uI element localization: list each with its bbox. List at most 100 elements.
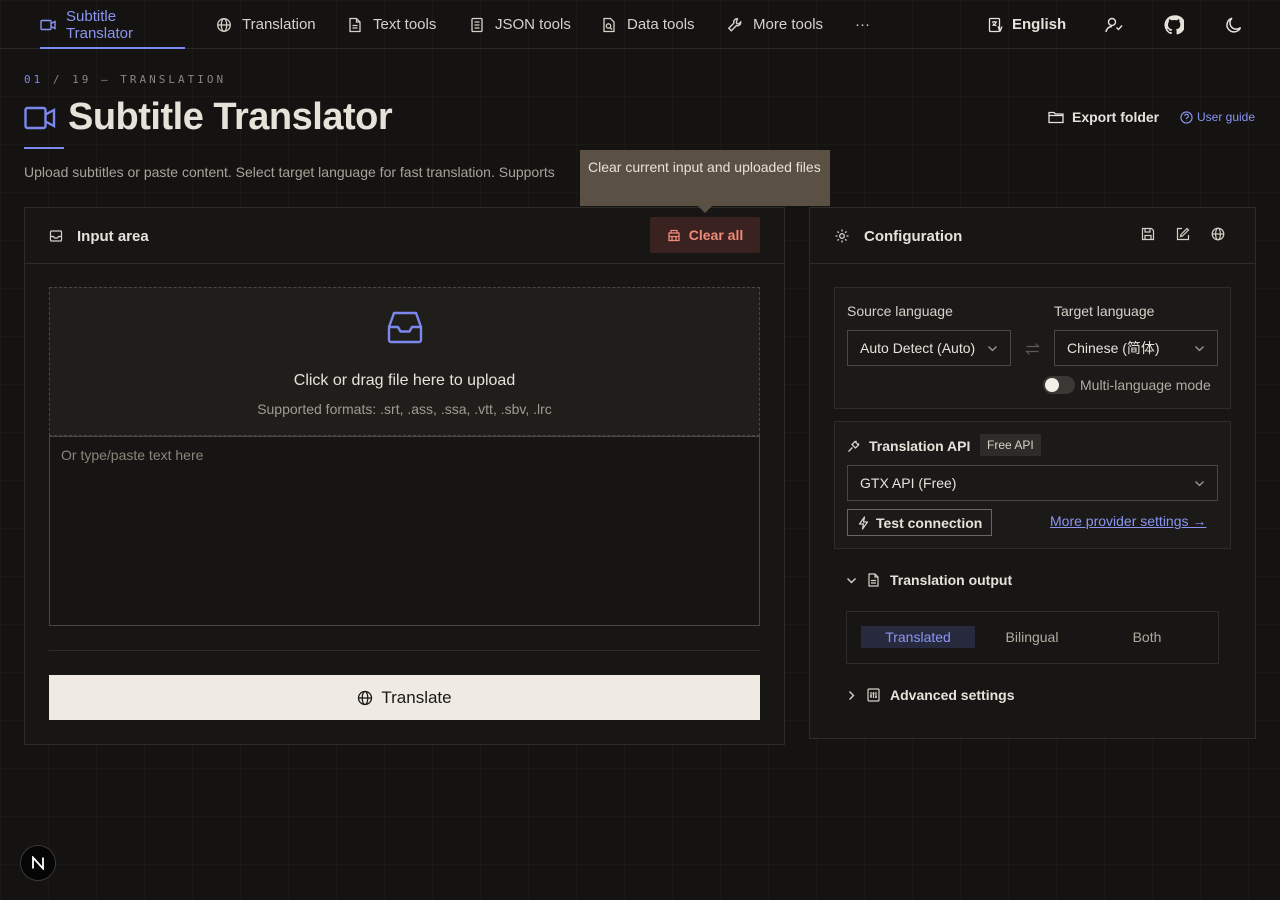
source-language-select[interactable]: Auto Detect (Auto) [847,330,1011,366]
translation-output-title: Translation output [890,572,1013,588]
inbox-icon [387,309,423,345]
plug-icon [847,440,860,453]
language-switcher[interactable]: English [988,0,1066,49]
chevron-down-icon [1194,343,1205,354]
translation-api-title-text: Translation API [869,438,971,454]
nav-label: JSON tools [495,16,571,33]
nav-overflow-button[interactable]: ··· [855,0,870,49]
github-button[interactable] [1164,0,1184,49]
nav-subtitle-translator[interactable]: Subtitle Translator [40,0,185,49]
output-option-both[interactable]: Both [1090,626,1204,648]
clear-all-tooltip: Clear current input and uploaded files [580,150,830,213]
n-logo-icon [31,856,45,870]
target-language-value: Chinese (简体) [1067,340,1160,356]
input-panel-title: Input area [49,208,149,264]
video-icon [40,17,56,33]
edit-config-icon[interactable] [1176,227,1190,241]
globe-icon[interactable] [1211,227,1225,241]
dev-tools-badge[interactable] [20,845,56,881]
language-icon [988,17,1004,33]
github-icon [1164,14,1184,35]
test-connection-button[interactable]: Test connection [847,509,992,536]
folder-icon [1048,110,1064,124]
breadcrumb-number: 01 [24,73,44,86]
language-label: English [1012,16,1067,33]
eraser-icon [667,228,681,242]
nav-more-tools[interactable]: More tools [727,0,823,49]
user-profile-button[interactable] [1104,0,1124,49]
translate-label: Translate [381,687,452,707]
input-panel-title-text: Input area [77,227,149,245]
globe-icon [357,690,373,706]
translation-api-value: GTX API (Free) [860,475,957,491]
clear-all-button[interactable]: Clear all [650,217,760,253]
file-upload-dropzone[interactable]: Click or drag file here to upload Suppor… [49,287,760,436]
moon-icon [1224,15,1244,35]
translation-output-toggle[interactable]: Translation output [846,570,1012,590]
translate-button[interactable]: Translate [49,675,760,720]
subtitle-text: Upload subtitles or paste content. Selec… [24,164,555,180]
data-icon [601,17,617,33]
divider [49,650,760,651]
nav-json-tools[interactable]: JSON tools [469,0,571,49]
page-title-wrap: Subtitle Translator [24,96,393,139]
gear-icon [834,228,850,244]
inbox-icon [49,229,63,243]
chevron-right-icon [846,690,857,701]
user-guide-label: User guide [1197,110,1256,124]
nav-label: Text tools [373,16,437,33]
text-input[interactable] [49,436,760,626]
nav-text-tools[interactable]: Text tools [347,0,436,49]
config-panel-header: Configuration [810,208,1255,264]
user-icon [1104,15,1124,35]
input-panel: Input area Clear all Click or drag file … [24,207,785,745]
config-panel-title-text: Configuration [864,227,963,245]
sliders-icon [867,688,880,702]
title-underline [24,147,64,149]
source-language-value: Auto Detect (Auto) [860,340,976,356]
output-mode-segmented: Translated Bilingual Both [846,611,1219,664]
translation-api-select[interactable]: GTX API (Free) [847,465,1218,501]
translation-api-title: Translation API [847,436,970,456]
lightning-icon [857,515,870,530]
nav-label: More tools [753,16,824,33]
output-option-translated[interactable]: Translated [861,626,975,648]
nav-label: Data tools [627,16,695,33]
help-icon [1180,110,1193,124]
output-option-bilingual[interactable]: Bilingual [975,626,1089,648]
save-config-icon[interactable] [1141,227,1155,241]
upload-instruction: Click or drag file here to upload [293,372,516,389]
advanced-settings-toggle[interactable]: Advanced settings [846,685,1014,705]
target-language-label: Target language [1054,303,1155,319]
page-title: Subtitle Translator [68,96,393,138]
nav-label: Subtitle Translator [66,7,133,42]
multi-language-toggle[interactable] [1043,376,1075,394]
more-provider-settings-link[interactable]: More provider settings → [1050,513,1206,529]
test-connection-label: Test connection [876,514,983,531]
nav-label: Translation [242,16,316,33]
document-icon [867,573,880,587]
chevron-down-icon [1194,478,1205,489]
clear-all-label: Clear all [688,227,744,243]
theme-toggle-button[interactable] [1224,0,1244,49]
multi-language-label: Multi-language mode [1080,377,1211,393]
swap-languages-icon[interactable] [1025,342,1040,356]
target-language-select[interactable]: Chinese (简体) [1054,330,1218,366]
top-nav: Subtitle Translator Translation Text too… [0,0,1280,49]
input-panel-header: Input area Clear all [25,208,784,264]
user-guide-link[interactable]: User guide [1180,106,1255,128]
free-api-badge: Free API [980,434,1041,456]
breadcrumb: 01 / 19 — TRANSLATION [24,73,226,86]
nav-translation[interactable]: Translation [216,0,316,49]
export-folder-label: Export folder [1072,109,1160,125]
export-folder-button[interactable]: Export folder [1048,106,1159,128]
wrench-icon [727,17,743,33]
more-dots-icon: ··· [855,16,870,33]
source-language-label: Source language [847,303,953,319]
globe-icon [216,17,232,33]
advanced-settings-title: Advanced settings [890,687,1015,703]
supported-formats: Supported formats: .srt, .ass, .ssa, .vt… [257,401,552,417]
breadcrumb-text: / 19 — TRANSLATION [43,73,227,86]
nav-data-tools[interactable]: Data tools [601,0,695,49]
chevron-down-icon [846,575,857,586]
